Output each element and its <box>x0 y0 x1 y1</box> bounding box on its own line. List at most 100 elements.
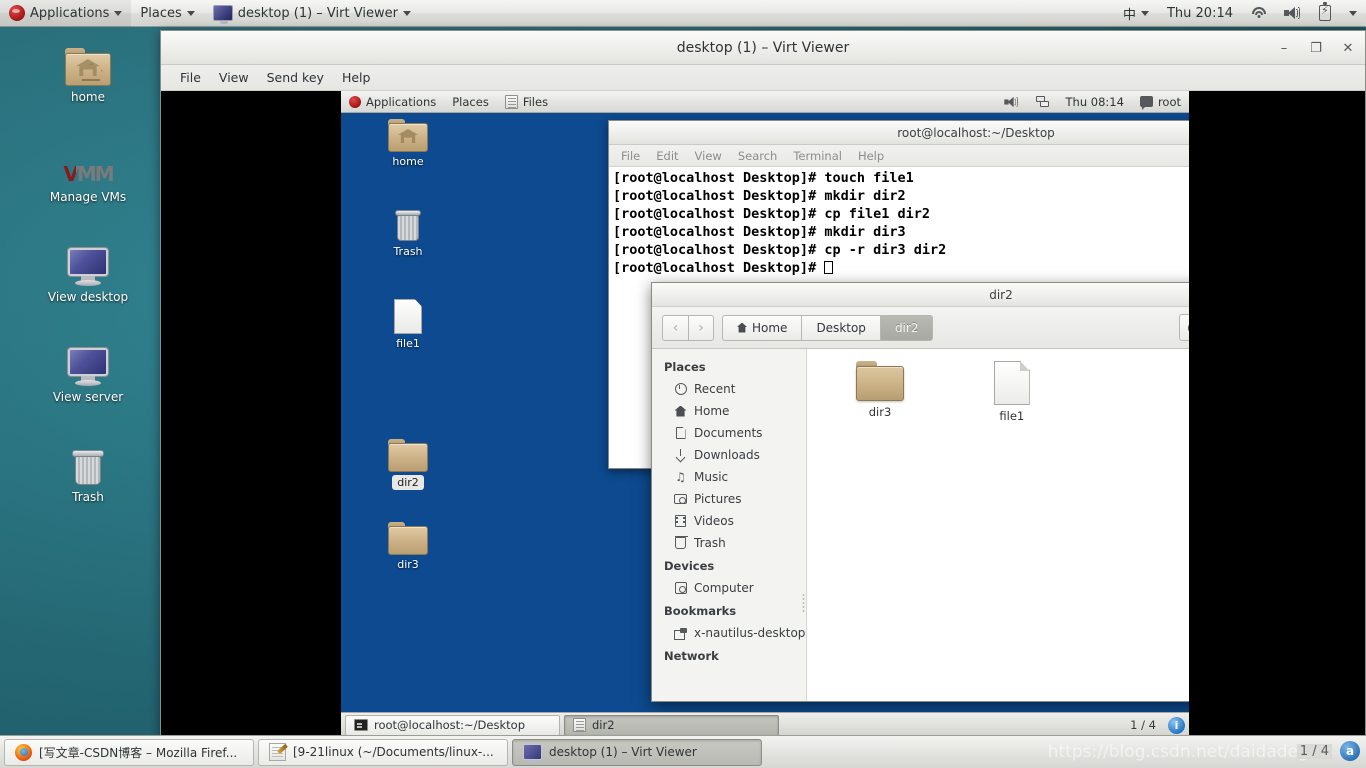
clock[interactable]: Thu 20:14 <box>1158 0 1242 27</box>
volume-indicator[interactable] <box>1275 0 1310 27</box>
virt-viewer-titlebar[interactable]: desktop (1) – Virt Viewer – ❐ ✕ <box>161 31 1365 65</box>
desktop-icon-trash[interactable]: Trash <box>33 448 143 504</box>
monitor-icon <box>66 348 110 386</box>
virt-viewer-viewport[interactable]: Applications Places Files Thu 08:14 root… <box>161 91 1365 735</box>
file-item-file1[interactable]: file1 <box>969 361 1055 423</box>
guest-icon-home[interactable]: home <box>372 119 444 168</box>
guest-volume-indicator[interactable] <box>995 91 1028 113</box>
guest-active-app-menu[interactable]: Files <box>497 91 556 113</box>
sidebar-item-label: Music <box>694 470 729 484</box>
guest-icon-file1[interactable]: file1 <box>372 299 444 350</box>
guest-places-menu[interactable]: Places <box>444 91 497 113</box>
sidebar-item-computer[interactable]: Computer <box>652 577 806 599</box>
system-menu[interactable] <box>1340 0 1366 27</box>
guest-network-indicator[interactable] <box>1028 91 1058 113</box>
menu-search[interactable]: Search <box>730 147 786 165</box>
file-manager-content[interactable]: dir3 file1 <box>807 349 1189 701</box>
guest-icon-label: file1 <box>396 337 420 350</box>
sidebar-item-recent[interactable]: Recent <box>652 378 806 400</box>
guest-icon-dir2[interactable]: dir2 <box>372 439 444 490</box>
desktop-icon-manage-vms[interactable]: VMM Manage VMs <box>33 155 143 204</box>
search-button[interactable] <box>1179 314 1189 341</box>
file-manager-titlebar[interactable]: dir2 – ❐ ✕ <box>652 283 1189 307</box>
sidebar-resize-grip[interactable] <box>802 593 805 613</box>
desktop-icon-label: Trash <box>72 490 104 504</box>
guest-icon-label: Trash <box>393 245 423 258</box>
menu-help[interactable]: Help <box>850 147 892 165</box>
file-manager-sidebar: Places Recent Home Documents Downloads ♫… <box>652 349 807 701</box>
caret-down-icon <box>1349 10 1357 16</box>
workspace-switcher[interactable]: 1 / 4 <box>1122 718 1164 732</box>
sidebar-item-x-nautilus-desktop[interactable]: x-nautilus-desktop... <box>652 622 806 644</box>
guest-active-app-label: Files <box>522 94 549 109</box>
places-menu[interactable]: Places <box>131 0 203 27</box>
breadcrumb-item-dir2[interactable]: dir2 <box>879 314 934 341</box>
guest-clock[interactable]: Thu 08:14 <box>1058 91 1132 113</box>
forward-button[interactable]: › <box>688 314 714 341</box>
sidebar-item-home[interactable]: Home <box>652 400 806 422</box>
desktop-icon-view-server[interactable]: View server <box>33 348 143 404</box>
applications-menu[interactable]: Applications <box>0 0 132 27</box>
taskbar-button-virt-viewer[interactable]: desktop (1) – Virt Viewer <box>512 738 762 766</box>
back-button[interactable]: ‹ <box>662 314 688 341</box>
minimize-button[interactable]: – <box>1275 39 1293 57</box>
guest-taskbar-button-files[interactable]: dir2 <box>564 714 779 735</box>
taskbar-button-label: [写文章-CSDN博客 – Mozilla Firef... <box>39 745 238 760</box>
vmm-icon: VMM <box>61 162 115 186</box>
desktop-icon-view-desktop[interactable]: View desktop <box>33 248 143 304</box>
taskbar-button-gedit[interactable]: [9-21linux (~/Documents/linux-... <box>258 738 508 766</box>
guest-icon-dir3[interactable]: dir3 <box>372 522 444 571</box>
file-icon <box>993 361 1030 405</box>
terminal-line: [root@localhost Desktop]# mkdir dir2 <box>613 188 906 204</box>
host-status-area: 中 Thu 20:14 <box>1114 0 1366 27</box>
sidebar-item-label: Home <box>694 404 730 418</box>
taskbar-button-firefox[interactable]: [写文章-CSDN博客 – Mozilla Firef... <box>4 738 254 766</box>
file-manager-main: Places Recent Home Documents Downloads ♫… <box>652 349 1189 701</box>
menu-file[interactable]: File <box>171 67 210 88</box>
desktop-icon-home[interactable]: home <box>33 48 143 104</box>
notepad-icon <box>269 743 286 761</box>
wifi-indicator[interactable] <box>1242 0 1275 27</box>
menu-send-key[interactable]: Send key <box>258 67 333 88</box>
sidebar-item-documents[interactable]: Documents <box>652 422 806 444</box>
guest-applications-menu[interactable]: Applications <box>341 91 444 113</box>
menu-view[interactable]: View <box>687 147 730 165</box>
close-button[interactable]: ✕ <box>1339 39 1357 57</box>
breadcrumb-item-home[interactable]: Home <box>722 314 802 341</box>
bookmark-icon <box>674 627 687 640</box>
volume-icon <box>1003 96 1018 108</box>
guest-taskbar-button-terminal[interactable]: root@localhost:~/Desktop <box>345 714 560 735</box>
firefox-icon <box>15 743 32 761</box>
maximize-button[interactable]: ❐ <box>1307 39 1325 57</box>
info-badge-icon[interactable]: i <box>1168 716 1185 734</box>
breadcrumb-item-desktop[interactable]: Desktop <box>801 314 880 341</box>
caret-down-icon <box>186 10 195 16</box>
folder-icon <box>388 439 428 472</box>
sidebar-item-pictures[interactable]: Pictures <box>652 488 806 510</box>
sidebar-item-trash[interactable]: Trash <box>652 532 806 554</box>
monitor-icon <box>212 5 233 24</box>
file-item-dir3[interactable]: dir3 <box>837 361 923 419</box>
breadcrumb-label: dir2 <box>894 320 919 335</box>
terminal-cursor <box>824 261 834 274</box>
terminal-titlebar[interactable]: root@localhost:~/Desktop – ❐ ✕ <box>609 121 1189 145</box>
sidebar-item-downloads[interactable]: Downloads <box>652 444 806 466</box>
sidebar-item-music[interactable]: ♫ Music <box>652 466 806 488</box>
window-menu-virt-viewer[interactable]: desktop (1) – Virt Viewer <box>204 0 420 27</box>
files-icon <box>504 94 518 109</box>
home-icon <box>674 405 687 418</box>
menu-terminal[interactable]: Terminal <box>785 147 850 165</box>
input-method-indicator[interactable]: 中 <box>1114 0 1158 27</box>
sidebar-item-videos[interactable]: Videos <box>652 510 806 532</box>
computer-icon <box>674 582 687 595</box>
guest-user-menu[interactable]: root <box>1132 91 1189 113</box>
menu-view[interactable]: View <box>210 67 258 88</box>
guest-icon-trash[interactable]: Trash <box>372 209 444 258</box>
menu-help[interactable]: Help <box>333 67 380 88</box>
file-manager-toolbar: ‹ › Home Desktop dir2 <box>652 307 1189 349</box>
menu-edit[interactable]: Edit <box>648 147 686 165</box>
guest-taskbar: root@localhost:~/Desktop dir2 1 / 4 i <box>341 712 1189 735</box>
menu-file[interactable]: File <box>613 147 648 165</box>
battery-indicator[interactable] <box>1310 0 1340 27</box>
fedora-logo-icon <box>349 95 361 108</box>
